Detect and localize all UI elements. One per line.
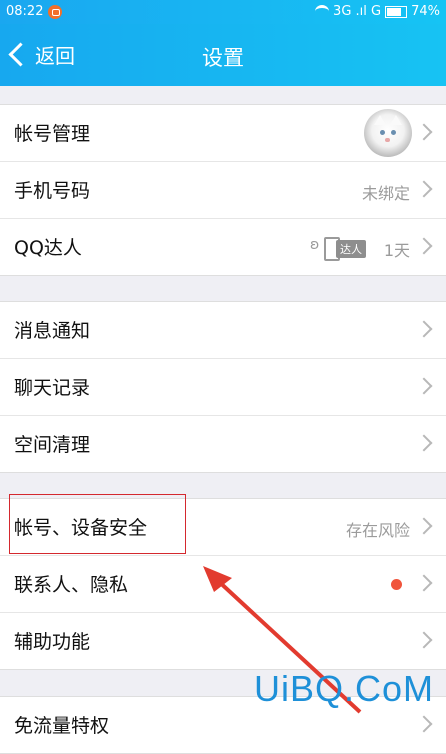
watermark: UiBQ.CoM xyxy=(253,668,434,709)
chevron-right-icon xyxy=(415,715,433,733)
annotation-arrow xyxy=(203,566,362,714)
